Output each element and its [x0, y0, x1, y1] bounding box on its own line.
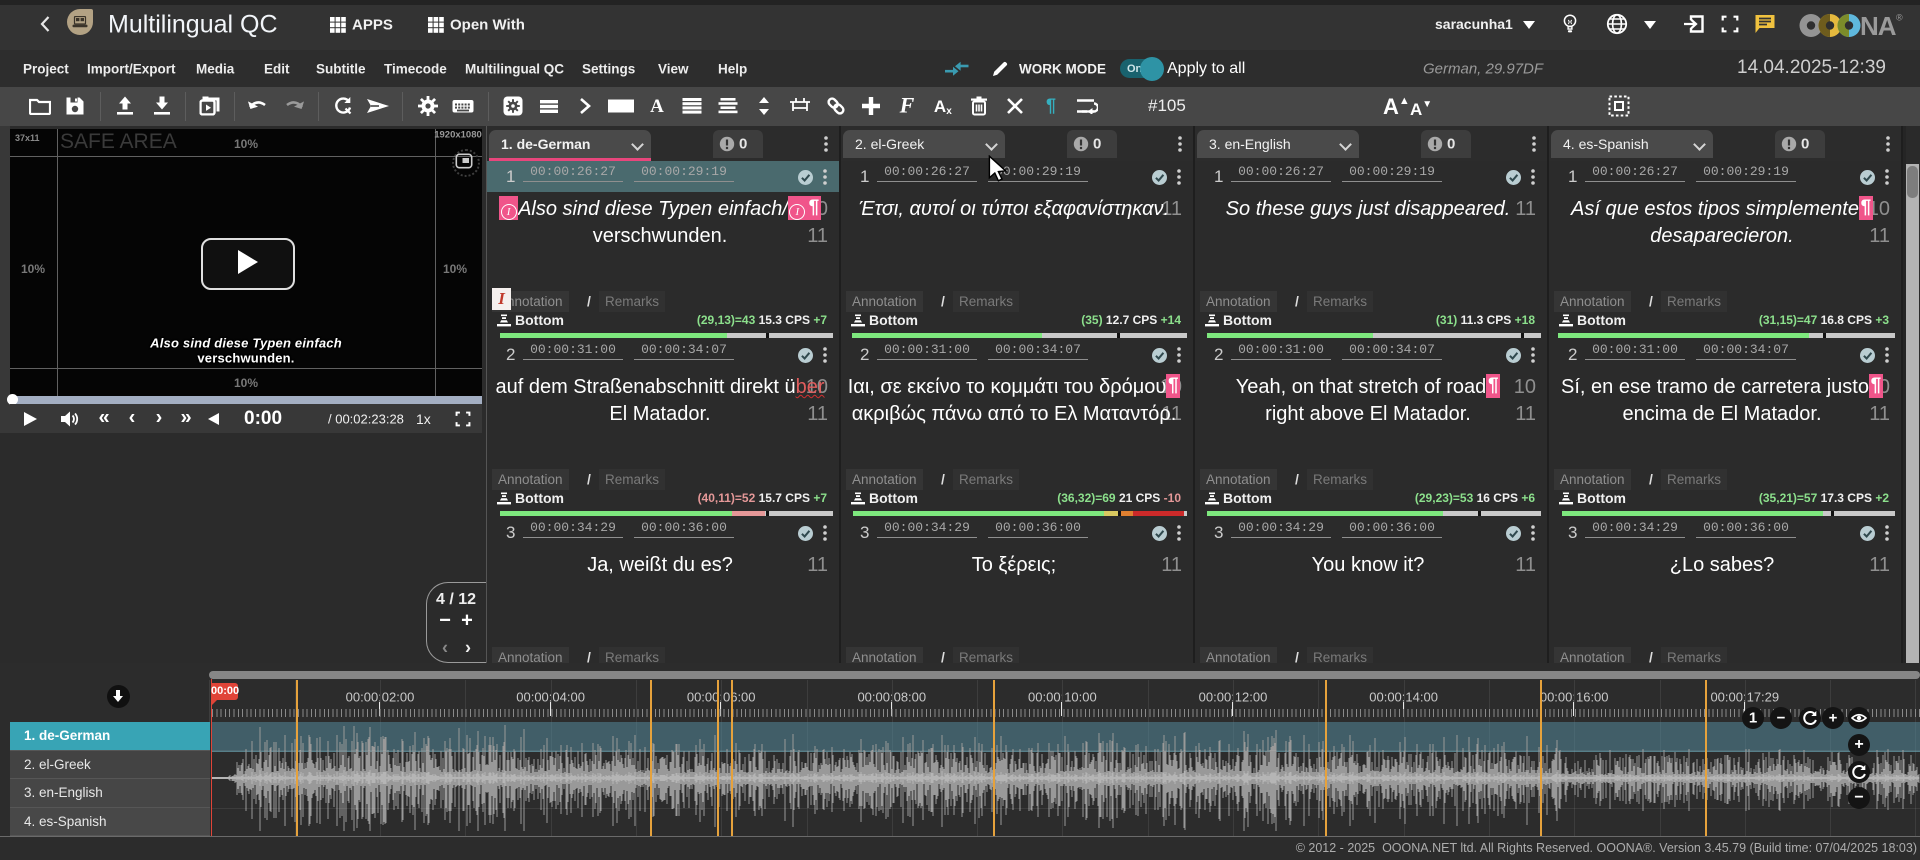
svg-text:F: F [899, 97, 915, 116]
svg-text:NA: NA [1860, 12, 1897, 39]
svg-text:x: x [946, 106, 952, 115]
svg-text:®: ® [1896, 13, 1903, 23]
svg-text:A: A [934, 97, 946, 115]
svg-text:A: A [650, 97, 664, 115]
svg-text:¶: ¶ [1046, 98, 1056, 115]
